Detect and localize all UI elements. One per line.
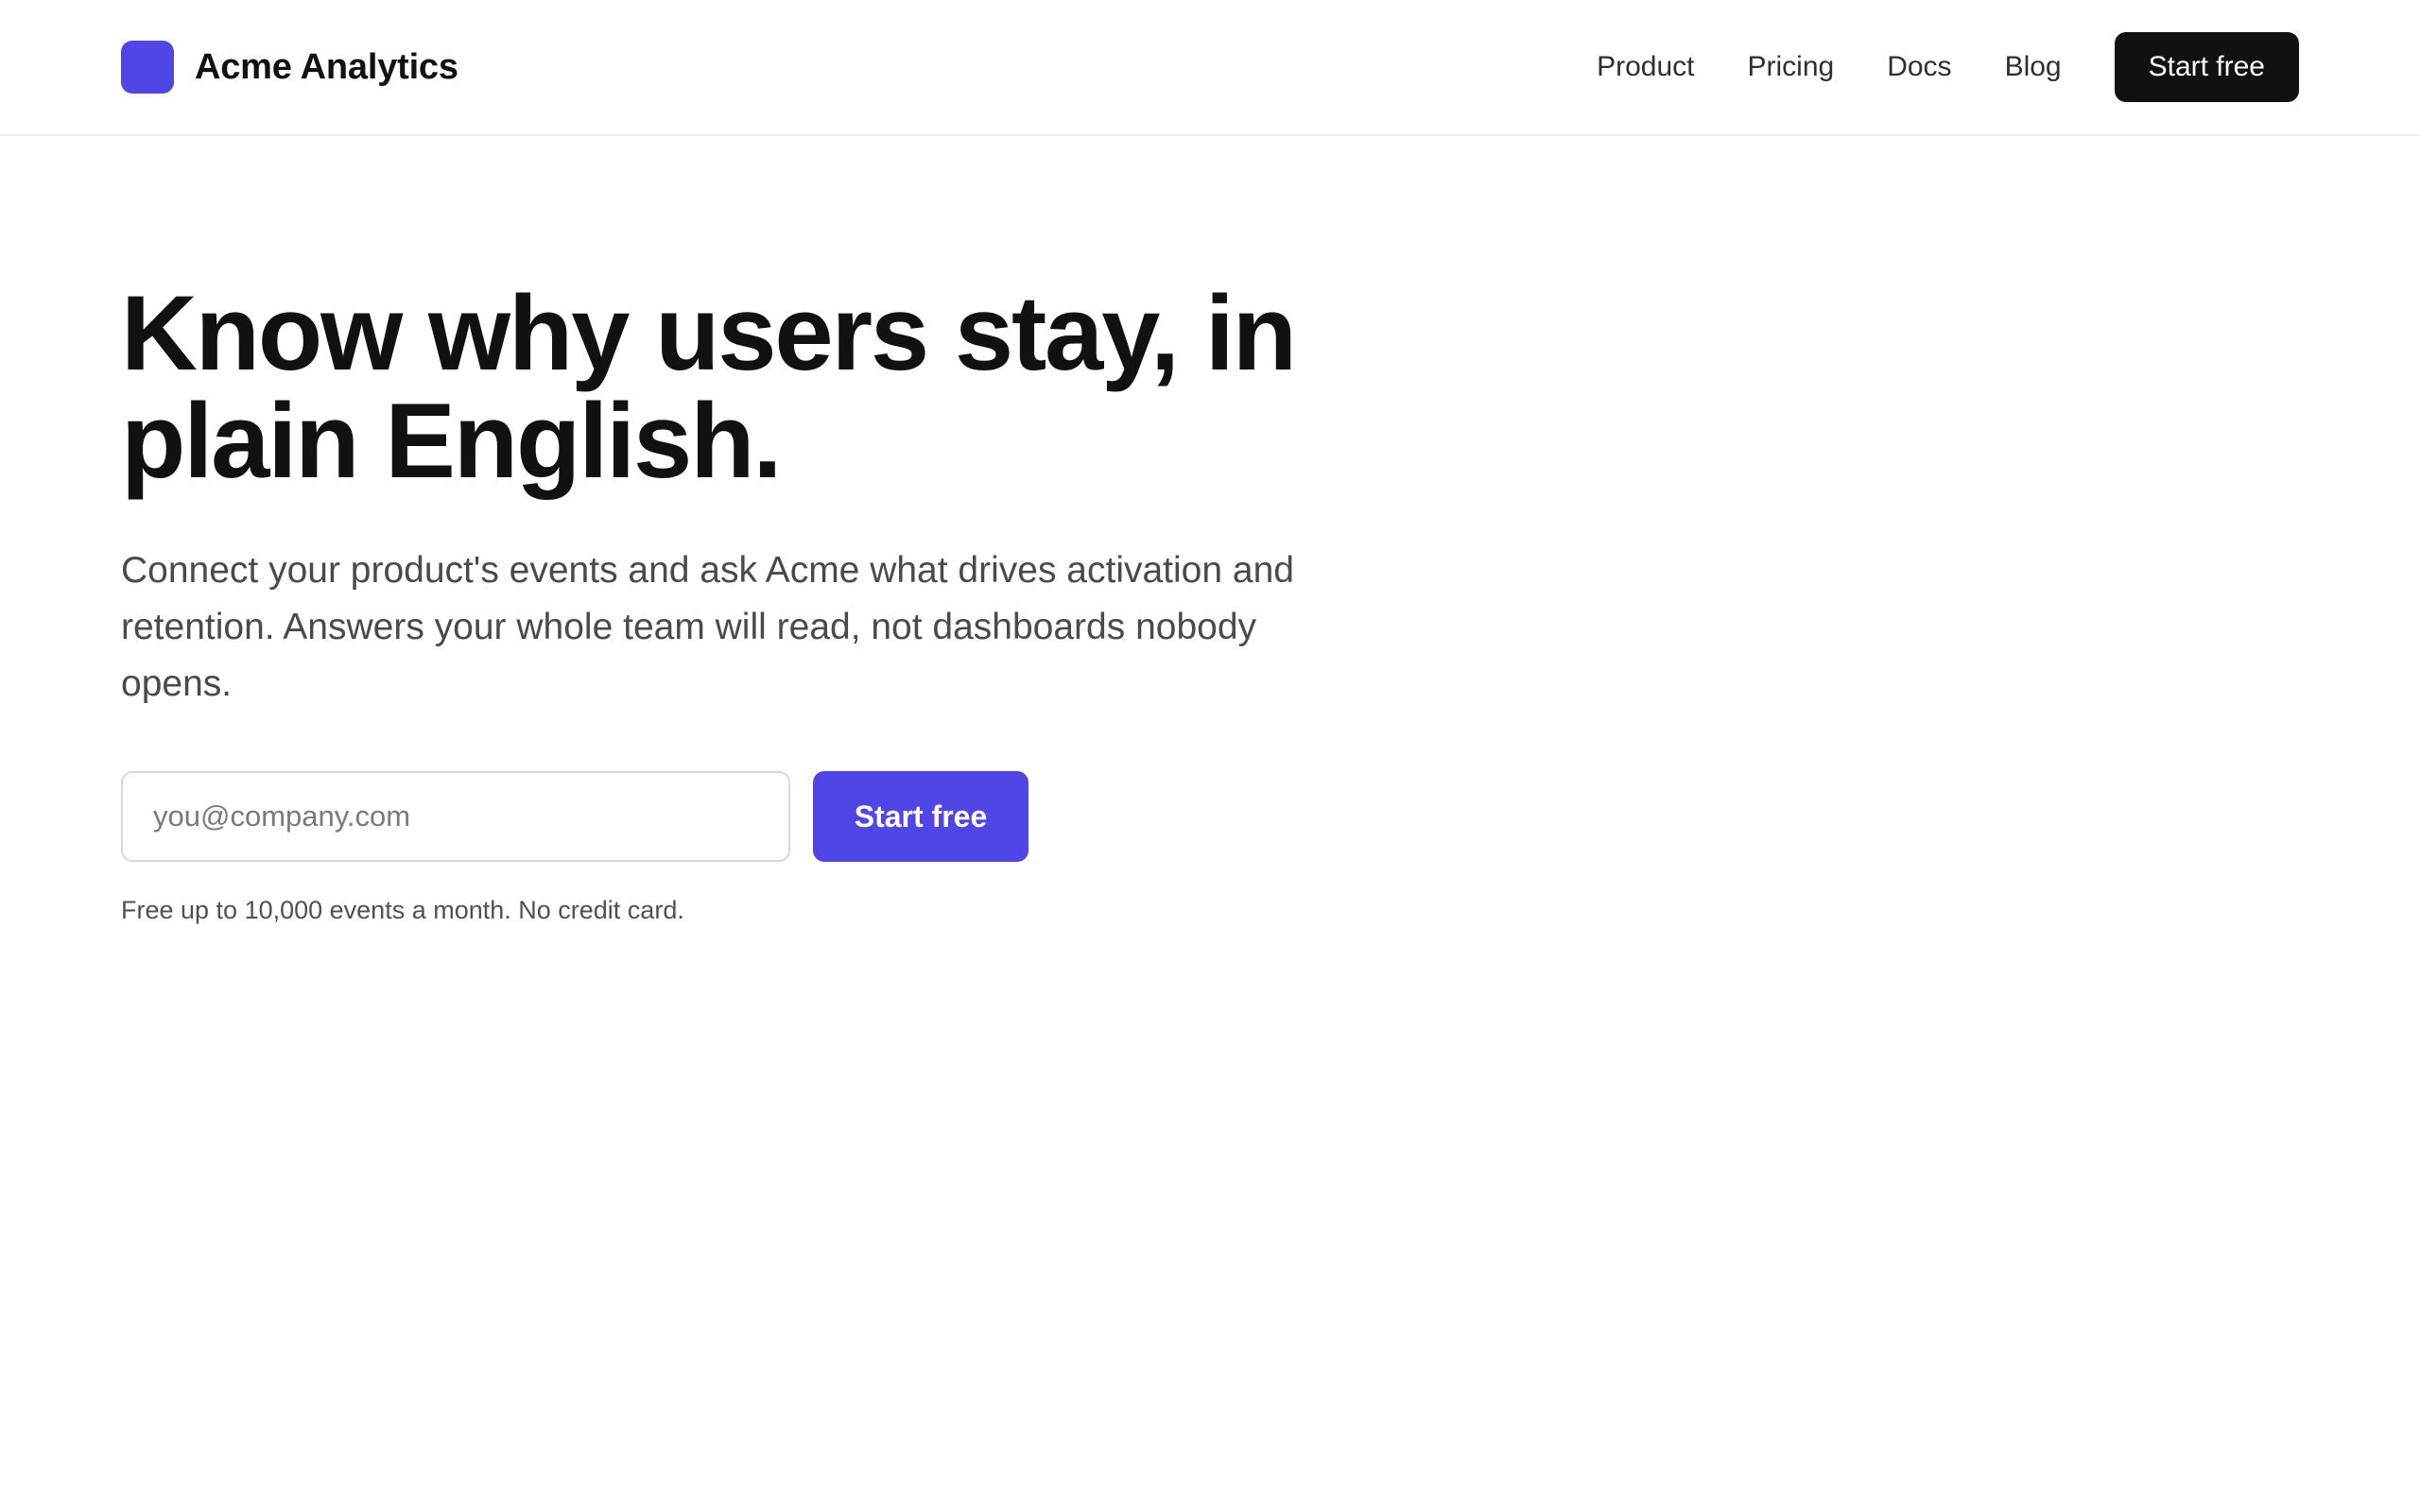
nav-link-blog[interactable]: Blog (2005, 51, 2062, 83)
nav-link-pricing[interactable]: Pricing (1748, 51, 1835, 83)
main-nav: Product Pricing Docs Blog Start free (1597, 32, 2299, 102)
signup-form: Start free (121, 771, 2299, 862)
hero-title: Know why users stay, in plain English. (121, 274, 1297, 500)
top-navigation: Acme Analytics Product Pricing Docs Blog… (0, 0, 2420, 136)
brand[interactable]: Acme Analytics (121, 41, 458, 94)
header-start-free-button[interactable]: Start free (2114, 32, 2299, 102)
brand-logo-icon (121, 41, 174, 94)
hero-section: Know why users stay, in plain English. C… (0, 136, 2420, 925)
email-input[interactable] (121, 771, 790, 862)
hero-start-free-button[interactable]: Start free (813, 771, 1028, 862)
nav-link-docs[interactable]: Docs (1887, 51, 1951, 83)
brand-name: Acme Analytics (195, 46, 458, 87)
nav-link-product[interactable]: Product (1597, 51, 1694, 83)
pricing-note: Free up to 10,000 events a month. No cre… (121, 896, 684, 924)
hero-subtitle: Connect your product's events and ask Ac… (121, 550, 1294, 704)
